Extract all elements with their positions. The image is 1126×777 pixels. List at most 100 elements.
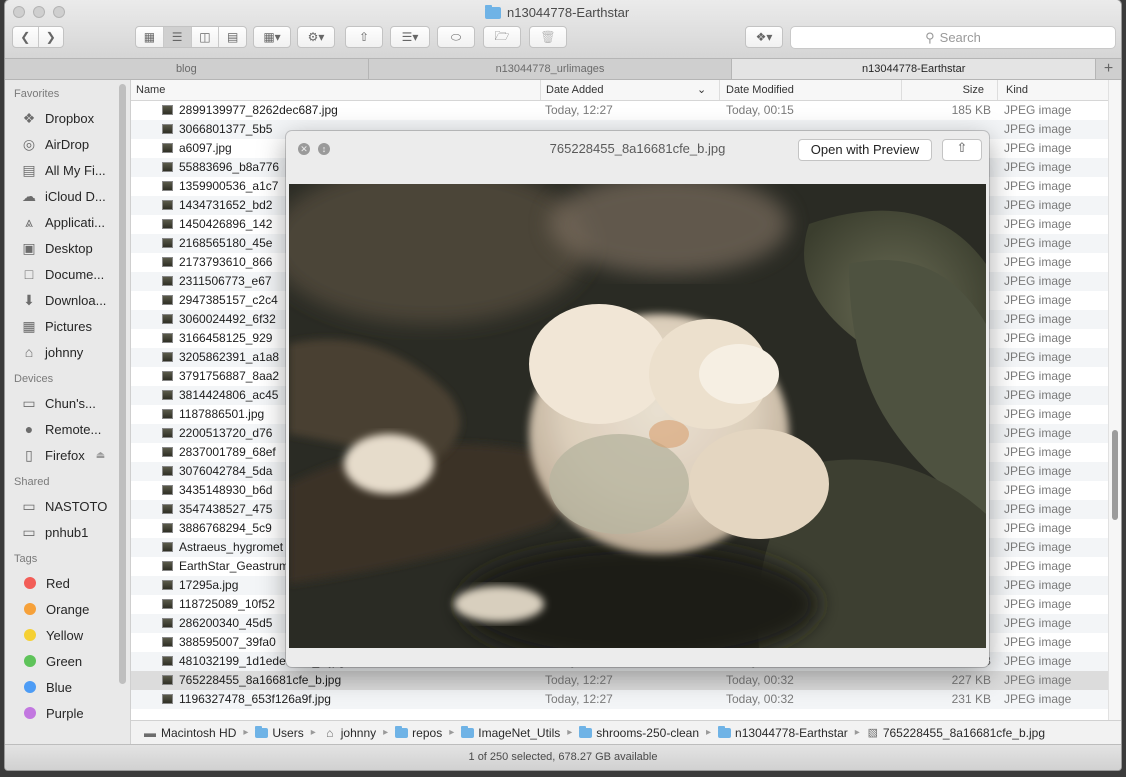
sidebar-tag-blue[interactable]: Blue <box>5 674 130 700</box>
trash-button[interactable]: 🗑 <box>529 26 567 48</box>
sidebar-item-camera[interactable]: ▦ Pictures <box>5 313 130 339</box>
tag-button[interactable]: ⬭ <box>437 26 475 48</box>
sidebar-shared-item[interactable]: ▭ pnhub1 <box>5 519 130 545</box>
jpeg-thumbnail-icon <box>162 504 173 514</box>
new-folder-button[interactable]: 🗁 <box>483 26 521 48</box>
sidebar-item-airdrop[interactable]: ◎ AirDrop <box>5 131 130 157</box>
dropbox-button[interactable]: ❖▾ <box>745 26 783 48</box>
favorites-header: Favorites <box>14 88 60 100</box>
file-row[interactable]: 765228455_8a16681cfe_b.jpg Today, 12:27 To… <box>131 671 1108 690</box>
sidebar-tag-purple[interactable]: Purple <box>5 700 130 726</box>
sidebar-item-label: Purple <box>46 705 84 721</box>
scrollbar-thumb[interactable] <box>1112 430 1118 520</box>
jpeg-thumbnail-icon <box>162 143 173 153</box>
gallery-view-button[interactable]: ▤ <box>219 27 246 47</box>
path-segment[interactable]: repos <box>395 725 442 740</box>
jpeg-thumbnail-icon <box>162 333 173 343</box>
search-field[interactable]: ⚲ Search <box>790 26 1116 49</box>
path-bar: ▬ Macintosh HD ▸ Users ▸ ⌂ johnny ▸ repos ▸ ImageN… <box>131 720 1121 744</box>
jpeg-thumbnail-icon <box>162 580 173 590</box>
path-segment[interactable]: ⌂ johnny <box>323 725 376 741</box>
file-kind: JPEG image <box>1004 635 1072 649</box>
sidebar-item-dropbox[interactable]: ❖ Dropbox <box>5 105 130 131</box>
mushroom-photo <box>289 184 986 648</box>
jpeg-thumbnail-icon <box>162 694 173 704</box>
sidebar-item-label: AirDrop <box>45 136 90 152</box>
file-kind: JPEG image <box>1004 274 1072 288</box>
zoom-window-button[interactable] <box>53 6 65 18</box>
sidebar-shared-item[interactable]: ▭ NASTOTO <box>5 493 130 519</box>
tab-blog[interactable]: blog <box>5 59 369 79</box>
remote-disc-icon: ● <box>24 421 34 437</box>
sidebar-tag-red[interactable]: Red <box>5 570 130 596</box>
jpeg-thumbnail-icon <box>162 257 173 267</box>
sidebar-tag-yellow[interactable]: Yellow <box>5 622 130 648</box>
action-button[interactable]: ⚙▾ <box>297 26 335 48</box>
close-window-button[interactable] <box>13 6 25 18</box>
path-segment[interactable]: shrooms-250-clean <box>579 725 699 740</box>
minimize-window-button[interactable] <box>33 6 45 18</box>
file-kind: JPEG image <box>1004 654 1072 668</box>
file-list-scrollbar[interactable] <box>1108 80 1121 720</box>
tab-urlimages[interactable]: n13044778_urlimages <box>369 59 733 79</box>
column-date-modified[interactable]: Date Modified <box>719 80 794 100</box>
sidebar-item-document[interactable]: □ Docume... <box>5 261 130 287</box>
applications-icon: ⩓ <box>25 214 33 230</box>
path-segment[interactable]: ImageNet_Utils <box>461 725 561 740</box>
share-button[interactable]: ⇧ <box>345 26 383 48</box>
open-with-preview-button[interactable]: Open with Preview <box>798 139 932 161</box>
eject-icon[interactable]: ⏏ <box>96 450 105 461</box>
sidebar-item-label: Red <box>46 575 70 591</box>
arrange-button[interactable]: ▦▾ <box>253 26 291 48</box>
sidebar-item-desktop[interactable]: ▣ Desktop <box>5 235 130 261</box>
path-segment[interactable]: ▧ 765228455_8a16681cfe_b.jpg <box>867 725 1045 741</box>
sidebar-device-item[interactable]: ● Remote... <box>5 416 130 442</box>
sidebar-item-home[interactable]: ⌂ johnny <box>5 339 130 365</box>
forward-button[interactable]: ❯ <box>39 27 64 47</box>
list-view-button[interactable]: ☰ <box>163 27 192 47</box>
all-files-icon: ▤ <box>22 162 36 178</box>
path-segment-label: ImageNet_Utils <box>478 725 561 740</box>
trash-icon: 🗑 <box>540 30 556 44</box>
tab-earthstar[interactable]: n13044778-Earthstar <box>732 59 1097 79</box>
path-segment[interactable]: Users <box>255 725 304 740</box>
path-segment[interactable]: ▬ Macintosh HD <box>143 725 236 741</box>
path-segment[interactable]: n13044778-Earthstar <box>718 725 848 740</box>
file-kind: JPEG image <box>1004 578 1072 592</box>
sidebar-device-item[interactable]: ▭ Chun's... <box>5 390 130 416</box>
sidebar-item-download[interactable]: ⬇ Downloa... <box>5 287 130 313</box>
quick-look-panel: ✕ ↕ 765228455_8a16681cfe_b.jpg Open with… <box>286 131 989 667</box>
quick-look-share-button[interactable]: ⇧ <box>942 139 982 161</box>
sidebar-tag-green[interactable]: Green <box>5 648 130 674</box>
jpeg-thumbnail-icon <box>162 637 173 647</box>
folder-icon <box>718 725 732 738</box>
sidebar-item-cloud[interactable]: ☁ iCloud D... <box>5 183 130 209</box>
column-size[interactable]: Size <box>901 80 984 100</box>
jpeg-thumbnail-icon <box>162 390 173 400</box>
file-row[interactable]: 2899139977_8262dec687.jpg Today, 12:27 Tod… <box>131 101 1108 120</box>
column-kind[interactable]: Kind <box>997 80 1028 100</box>
file-name: 3791756887_8aa2 <box>179 369 280 383</box>
back-button[interactable]: ❮ <box>13 27 39 47</box>
icon-view-button[interactable]: ▦ <box>136 27 164 47</box>
sidebar-item-applications[interactable]: ⩓ Applicati... <box>5 209 130 235</box>
jpeg-thumbnail-icon <box>162 105 173 115</box>
file-row[interactable]: 1196327478_653f126a9f.jpg Today, 12:27 Tod… <box>131 690 1108 709</box>
tag-color-icon <box>24 629 36 641</box>
file-kind: JPEG image <box>1004 217 1072 231</box>
sort-button[interactable]: ☰▾ <box>390 26 430 48</box>
sidebar-item-label: All My Fi... <box>45 162 106 178</box>
hard-drive-icon: ▬ <box>144 725 156 740</box>
sidebar-device-item[interactable]: ▯ Firefox ⏏ <box>5 442 130 468</box>
column-date-added[interactable]: Date Added <box>540 80 604 100</box>
column-view-button[interactable]: ◫ <box>192 27 220 47</box>
sidebar-tag-orange[interactable]: Orange <box>5 596 130 622</box>
jpeg-thumbnail-icon <box>162 542 173 552</box>
column-name[interactable]: Name <box>136 80 165 100</box>
image-file-icon: ▧ <box>867 726 879 739</box>
sidebar-item-all-files[interactable]: ▤ All My Fi... <box>5 157 130 183</box>
sidebar-item-label: Applicati... <box>45 214 105 230</box>
sidebar-scrollbar[interactable] <box>119 84 126 684</box>
share-icon: ⇧ <box>956 140 968 155</box>
new-tab-button[interactable]: + <box>1096 59 1121 79</box>
